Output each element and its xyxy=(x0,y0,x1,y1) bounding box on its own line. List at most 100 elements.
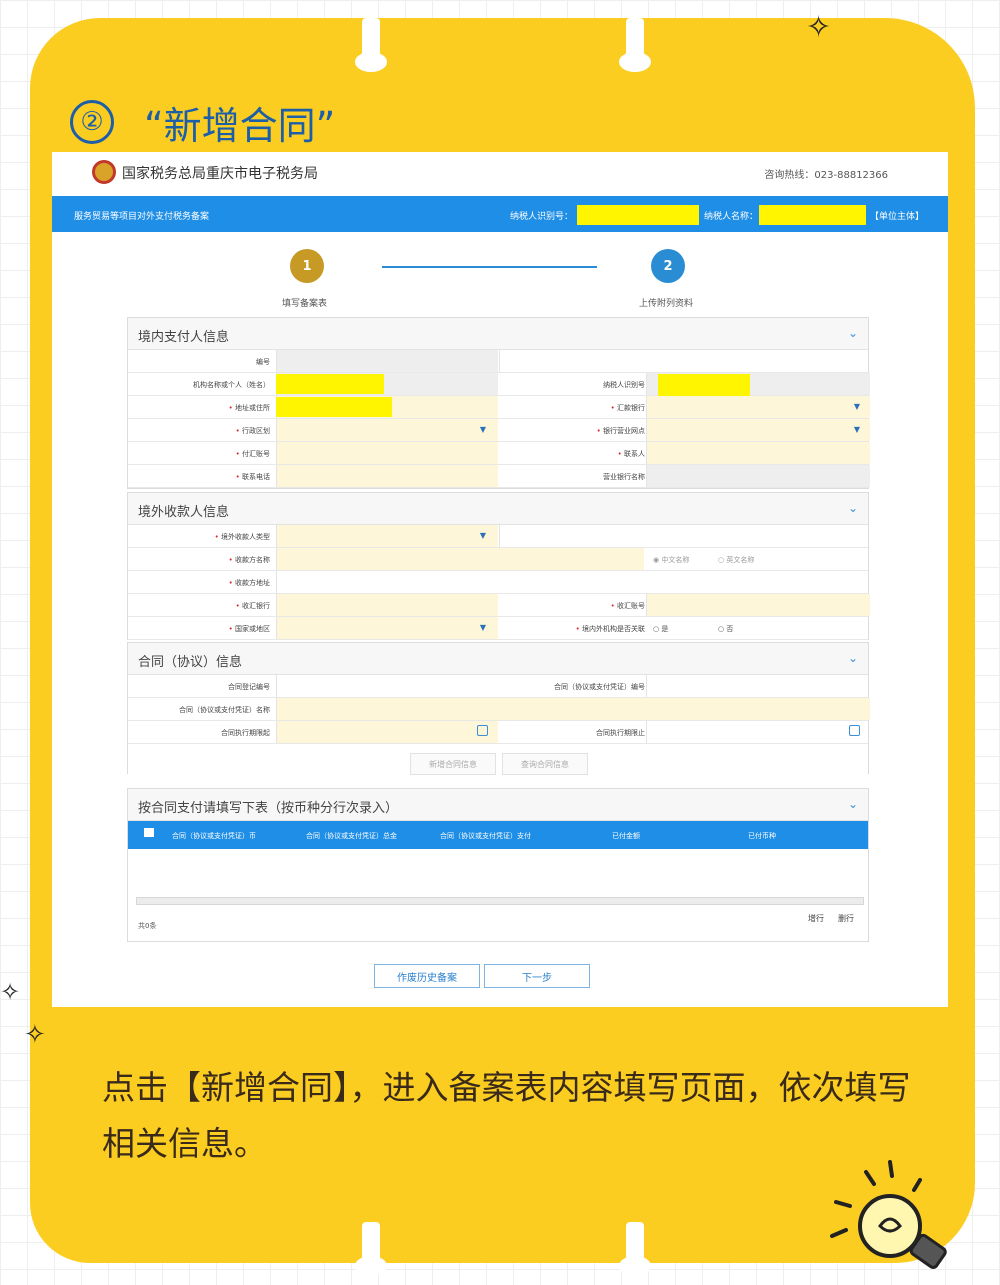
recv-bank-input[interactable] xyxy=(276,594,498,616)
horizontal-scrollbar[interactable] xyxy=(136,897,864,905)
field-label: 收款方名称 xyxy=(128,555,270,565)
redaction-mask xyxy=(276,397,392,417)
step-2-circle[interactable]: 2 xyxy=(651,249,685,283)
binder-peg xyxy=(355,18,387,72)
column-header: 合同（协议或支付凭证）币 xyxy=(172,832,256,840)
void-history-button[interactable]: 作废历史备案 xyxy=(374,964,480,988)
radio-english-name[interactable]: ○ 英文名称 xyxy=(718,555,754,565)
module-bar: 服务贸易等项目对外支付税务备案 纳税人识别号： 纳税人名称： 【单位主体】 xyxy=(52,196,948,232)
payment-section: 按合同支付请填写下表（按币种分行次录入） ⌄ 合同（协议或支付凭证）币 合同（协… xyxy=(127,788,869,942)
step-heading-text: “新增合同” xyxy=(144,103,336,148)
add-contract-button[interactable]: 新增合同信息 xyxy=(410,753,496,775)
contact-input[interactable] xyxy=(646,442,870,464)
radio-chinese-name[interactable]: ◉ 中文名称 xyxy=(653,555,689,565)
taxpayer-id-label: 纳税人识别号： xyxy=(510,212,574,222)
delete-row-link[interactable]: 删行 xyxy=(838,913,854,924)
radio-label: 否 xyxy=(726,625,734,633)
calendar-icon[interactable] xyxy=(849,725,860,736)
tax-bureau-screenshot: 国家税务总局重庆市电子税务局 咨询热线：023-88812366 服务贸易等项目… xyxy=(52,152,948,1007)
recv-account-input[interactable] xyxy=(646,594,870,616)
role-label: 【单位主体】 xyxy=(870,212,925,222)
start-date-input[interactable] xyxy=(276,721,498,743)
site-title: 国家税务总局重庆市电子税务局 xyxy=(122,166,318,182)
chevron-down-icon[interactable]: ⌄ xyxy=(848,501,858,515)
empty-cell xyxy=(499,350,870,372)
admin-region-select[interactable]: ▼ xyxy=(276,419,498,441)
form-row: 合同（协议或支付凭证）名称 xyxy=(128,698,870,721)
dropdown-caret-icon: ▼ xyxy=(479,425,486,434)
dropdown-caret-icon: ▼ xyxy=(853,402,860,411)
field-label: 境内外机构是否关联 xyxy=(499,624,645,634)
field-label: 联系电话 xyxy=(128,472,270,482)
field-label: 地址或住所 xyxy=(128,403,270,413)
section-title: 按合同支付请填写下表（按币种分行次录入） ⌄ xyxy=(128,789,868,821)
field-label: 联系人 xyxy=(499,449,645,459)
pay-account-input[interactable] xyxy=(276,442,498,464)
section-title: 境内支付人信息 ⌄ xyxy=(128,318,868,350)
step-1-label: 填写备案表 xyxy=(282,299,328,309)
field-label: 机构名称或个人（姓名） xyxy=(193,381,270,389)
radio-related-yes[interactable]: ○ 是 xyxy=(653,624,668,634)
step-heading: ② “新增合同” xyxy=(70,92,335,152)
section-title-text: 境内支付人信息 xyxy=(138,330,230,345)
payee-type-select[interactable]: ▼ xyxy=(276,525,498,547)
field-label: 合同（协议或支付凭证）编号 xyxy=(554,683,645,691)
radio-related-no[interactable]: ○ 否 xyxy=(718,624,733,634)
step-connector xyxy=(382,266,597,268)
bank-branch-select[interactable]: ▼ xyxy=(646,419,870,441)
contract-name-input[interactable] xyxy=(276,698,870,720)
redaction-mask xyxy=(577,205,699,225)
chevron-down-icon[interactable]: ⌄ xyxy=(848,651,858,665)
field-label: 国家或地区 xyxy=(128,624,270,634)
foreign-payee-section: 境外收款人信息 ⌄ 境外收款人类型 ▼ 收款方名称 ◉ 中文名称 ○ 英文名称 … xyxy=(127,492,870,640)
sparkle-icon: ✧ xyxy=(0,978,21,1006)
section-title-text: 境外收款人信息 xyxy=(138,505,230,520)
query-contract-button[interactable]: 查询合同信息 xyxy=(502,753,588,775)
light-bulb-icon xyxy=(830,1160,947,1269)
module-name: 服务贸易等项目对外支付税务备案 xyxy=(74,212,210,222)
step-1-circle[interactable]: 1 xyxy=(290,249,324,283)
form-row: 收款方地址 xyxy=(128,571,868,594)
binder-peg xyxy=(619,1222,651,1276)
form-row: 地址或住所 汇款银行 ▼ xyxy=(128,396,870,419)
table-header: 合同（协议或支付凭证）币 合同（协议或支付凭证）总金 合同（协议或支付凭证）支付… xyxy=(128,821,868,849)
binder-peg xyxy=(355,1222,387,1276)
contract-section: 合同（协议）信息 ⌄ 合同登记编号 合同（协议或支付凭证）编号 合同（协议或支付… xyxy=(127,642,870,775)
form-row: 合同执行期限起 合同执行期限止 xyxy=(128,721,868,744)
next-step-button[interactable]: 下一步 xyxy=(484,964,590,988)
form-row: 收汇银行 收汇账号 xyxy=(128,594,870,617)
reg-no-input[interactable] xyxy=(276,675,498,697)
radio-label: 中文名称 xyxy=(661,556,690,564)
end-date-input[interactable] xyxy=(646,721,870,743)
instruction-caption: 点击【新增合同】，进入备案表内容填写页面，依次填写相关信息。 xyxy=(102,1068,911,1163)
hotline: 咨询热线：023-88812366 xyxy=(764,170,888,181)
remit-bank-select[interactable]: ▼ xyxy=(646,396,870,418)
field-label: 合同执行期限止 xyxy=(596,729,645,737)
tax-emblem-icon xyxy=(92,160,116,184)
field-label: 合同（协议或支付凭证）名称 xyxy=(179,706,270,714)
column-header: 已付金额 xyxy=(612,832,640,840)
form-row: 编号 xyxy=(128,350,868,373)
select-all-checkbox[interactable] xyxy=(144,828,154,837)
serial-field xyxy=(276,350,498,372)
payee-address-input[interactable] xyxy=(276,571,870,593)
country-select[interactable]: ▼ xyxy=(276,617,498,639)
section-title-text: 合同（协议）信息 xyxy=(138,655,243,670)
add-row-link[interactable]: 增行 xyxy=(808,913,824,924)
form-row: 合同登记编号 合同（协议或支付凭证）编号 xyxy=(128,675,868,698)
section-title-text: 按合同支付请填写下表（按币种分行次录入） xyxy=(138,801,399,816)
domestic-payer-section: 境内支付人信息 ⌄ 编号 机构名称或个人（姓名） 纳税人识别号 地址或住所 汇款… xyxy=(127,317,870,489)
form-row: 收款方名称 ◉ 中文名称 ○ 英文名称 xyxy=(128,548,868,571)
binder-peg xyxy=(619,18,651,72)
chevron-down-icon[interactable]: ⌄ xyxy=(848,326,858,340)
calendar-icon[interactable] xyxy=(477,725,488,736)
field-label: 收汇银行 xyxy=(128,601,270,611)
dropdown-caret-icon: ▼ xyxy=(479,623,486,632)
field-label: 收款方地址 xyxy=(128,578,270,588)
site-header: 国家税务总局重庆市电子税务局 咨询热线：023-88812366 xyxy=(52,152,948,196)
phone-input[interactable] xyxy=(276,465,498,487)
payee-name-input[interactable] xyxy=(276,548,644,570)
chevron-down-icon[interactable]: ⌄ xyxy=(848,797,858,811)
contract-no-input[interactable] xyxy=(646,675,870,697)
sparkle-icon: ✧ xyxy=(24,1020,46,1050)
